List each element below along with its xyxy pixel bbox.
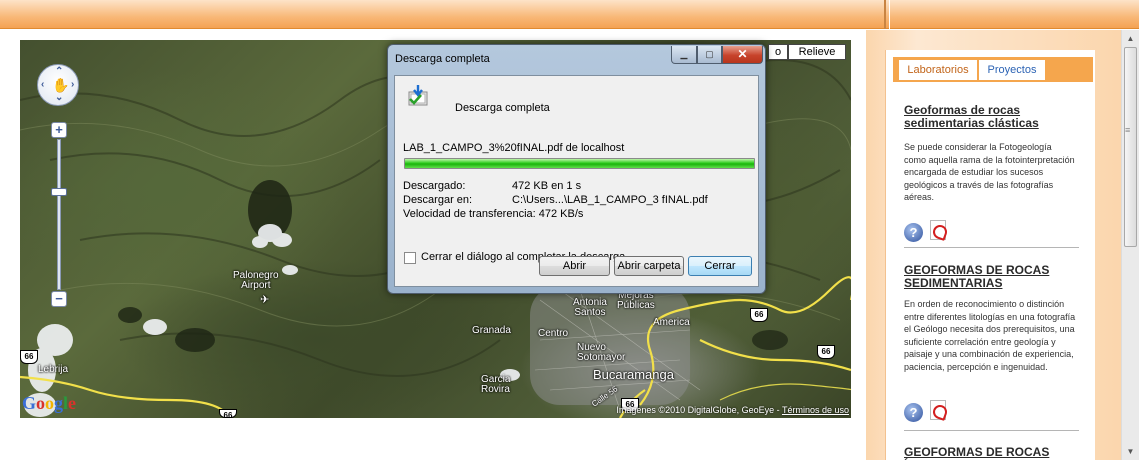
map-type-button-partial[interactable]: o: [768, 44, 788, 60]
pan-up-icon[interactable]: ⌃: [55, 66, 63, 77]
attribution-text: Imágenes ©2010 DigitalGlobe, GeoEye -: [616, 405, 782, 415]
map-label-garcia-rovira: Garcia Rovira: [481, 374, 511, 395]
map-type-relief-button[interactable]: Relieve: [788, 44, 846, 60]
map-label-granada: Granada: [472, 325, 511, 336]
tab-laboratorios[interactable]: Laboratorios: [899, 60, 977, 80]
sidebar-divider: [904, 430, 1079, 431]
open-folder-button[interactable]: Abrir carpeta: [614, 256, 684, 276]
pdf-file-icon[interactable]: [930, 220, 946, 240]
saved-to-label: Descargar en:: [403, 194, 473, 206]
download-progress-bar: [404, 158, 755, 169]
zoom-out-button[interactable]: −: [51, 291, 67, 307]
browser-page: Palonegro Airport ✈ Lebrija Granada Cent…: [0, 0, 1139, 460]
map-label-antonia-santos: Antonia Santos: [573, 297, 607, 318]
close-button[interactable]: Cerrar: [688, 256, 752, 276]
pan-right-icon[interactable]: ›: [71, 79, 74, 90]
sidebar-item-title[interactable]: GEOFORMAS DE ROCAS SEDIMENTARIAS: [904, 264, 1074, 290]
open-button[interactable]: Abrir: [539, 256, 610, 276]
pdf-file-icon[interactable]: [930, 400, 946, 420]
map-label-bucaramanga: Bucaramanga: [593, 367, 674, 382]
hand-icon: ✋: [52, 77, 70, 93]
saved-to-value: C:\Users...\LAB_1_CAMPO_3 fINAL.pdf: [512, 194, 708, 206]
downloaded-value: 472 KB en 1 s: [512, 180, 582, 192]
minimize-button[interactable]: ▁: [671, 46, 697, 64]
scroll-grip-icon: ≡: [1125, 125, 1131, 135]
maximize-button[interactable]: ▢: [697, 46, 722, 64]
terms-link[interactable]: Términos de uso: [782, 405, 849, 415]
download-filename: LAB_1_CAMPO_3%20fINAL.pdf de localhost: [403, 142, 625, 154]
downloaded-label: Descargado:: [403, 180, 466, 192]
scrollbar-thumb[interactable]: [1124, 47, 1137, 247]
map-label-lebrija: Lebrija: [38, 364, 69, 375]
pan-left-icon[interactable]: ‹: [41, 79, 44, 90]
close-window-button[interactable]: ✕: [722, 46, 763, 64]
sidebar-divider: [904, 247, 1079, 248]
dialog-title: Descarga completa: [395, 53, 490, 65]
speed-row: Velocidad de transferencia: 472 KB/s: [403, 208, 583, 220]
highway-shield: 66: [219, 409, 237, 418]
map-label-nuevo-sotomayor: Nuevo Sotomayor: [577, 342, 626, 363]
sidebar-item-title[interactable]: GEOFORMAS DE ROCAS ÍGNEAS.: [904, 446, 1074, 460]
speed-value: 472 KB/s: [538, 208, 584, 220]
map-label-centro: Centro: [538, 328, 569, 339]
help-question-icon[interactable]: ?: [904, 403, 923, 422]
map-label-text: Palonegro Airport: [233, 270, 279, 291]
scroll-up-arrow-icon[interactable]: ▲: [1122, 30, 1139, 47]
sidebar-tabs: Laboratorios Proyectos: [893, 57, 1093, 82]
dialog-heading: Descarga completa: [455, 102, 550, 114]
sidebar-item-text: Se puede considerar la Fotogeología como…: [904, 142, 1075, 202]
highway-shield: 66: [750, 308, 768, 322]
dialog-titlebar[interactable]: Descarga completa ▁ ▢ ✕: [388, 45, 765, 73]
map-label-mejoras-publicas: Mejoras Públicas: [617, 290, 655, 311]
download-complete-dialog: Descarga completa ▁ ▢ ✕ Descarga complet…: [387, 44, 766, 294]
zoom-in-button[interactable]: +: [51, 122, 67, 138]
downloaded-row: Descargado: 472 KB en 1 s: [403, 180, 581, 192]
download-complete-icon: [408, 85, 428, 106]
map-label-airport: Palonegro Airport: [233, 271, 279, 291]
header-bar: [0, 0, 1139, 29]
sidebar-item-title[interactable]: Geoformas de rocas sedimentarias clástic…: [904, 104, 1074, 130]
pan-control[interactable]: ⌃ ‹ › ⌄ ✋: [37, 64, 79, 106]
zoom-slider-handle[interactable]: [51, 188, 67, 196]
scroll-down-arrow-icon[interactable]: ▼: [1122, 443, 1139, 460]
header-separator: [889, 0, 890, 29]
header-separator: [884, 0, 886, 29]
help-question-icon[interactable]: ?: [904, 223, 923, 242]
highway-shield: 66: [817, 345, 835, 359]
zoom-slider-track[interactable]: [57, 139, 61, 290]
map-label-america: America: [653, 317, 690, 328]
sidebar-item-text: En orden de reconocimiento o distinción …: [904, 299, 1076, 372]
tab-proyectos[interactable]: Proyectos: [979, 60, 1045, 80]
airport-icon: ✈: [260, 294, 270, 306]
speed-label: Velocidad de transferencia:: [403, 208, 536, 220]
map-attribution: Imágenes ©2010 DigitalGlobe, GeoEye - Té…: [616, 405, 849, 415]
highway-shield: 66: [20, 350, 38, 364]
google-logo[interactable]: Google: [22, 393, 76, 414]
page-scrollbar[interactable]: ▲ ≡ ▼: [1121, 30, 1139, 460]
close-on-complete-checkbox[interactable]: [404, 252, 416, 264]
saved-to-row: Descargar en: C:\Users...\LAB_1_CAMPO_3 f…: [403, 194, 708, 206]
